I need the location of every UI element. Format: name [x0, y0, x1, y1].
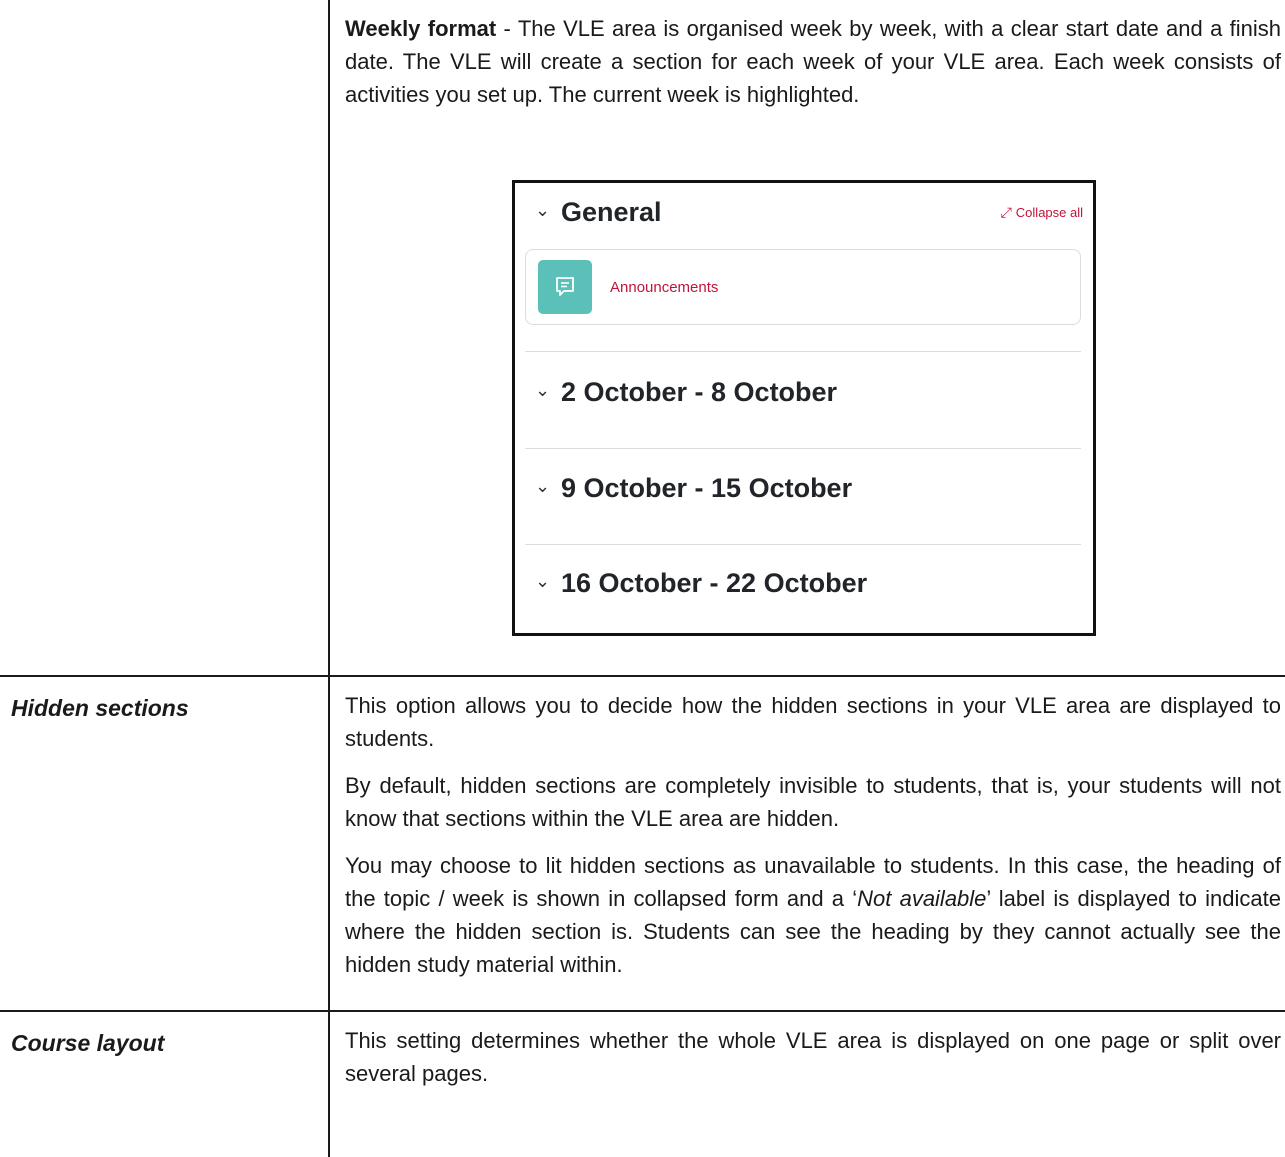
setting-name: Course layout	[11, 1030, 165, 1056]
section-divider	[525, 544, 1081, 545]
collapse-all-label: Collapse all	[1015, 204, 1083, 220]
section-header-week[interactable]: ⌄ 16 October - 22 October	[535, 563, 867, 603]
week-title: 2 October - 8 October	[561, 376, 838, 407]
section-divider	[525, 351, 1081, 352]
section-header-week[interactable]: ⌄ 9 October - 15 October	[535, 468, 852, 508]
week-title: 9 October - 15 October	[561, 472, 853, 503]
setting-description-cell: This setting determines whether the whol…	[328, 1010, 1285, 1157]
table-row-hidden-sections: Hidden sections This option allows you t…	[0, 675, 1285, 1012]
setting-description-cell: This option allows you to decide how the…	[328, 675, 1285, 1012]
description-paragraph: Weekly format - The VLE area is organise…	[345, 12, 1285, 111]
description-paragraph: You may choose to lit hidden sections as…	[345, 849, 1285, 981]
week-title: 16 October - 22 October	[561, 567, 868, 598]
table-row-course-layout: Course layout This setting determines wh…	[0, 1010, 1285, 1157]
section-divider	[525, 448, 1081, 449]
section-header-general[interactable]: ⌄ General ⤢ Collapse all	[535, 193, 1083, 231]
collapse-icon: ⤢	[1000, 203, 1012, 220]
chevron-down-icon[interactable]: ⌄	[535, 571, 561, 592]
chevron-down-icon[interactable]: ⌄	[535, 476, 561, 497]
forum-icon	[538, 260, 592, 314]
forum-icon-glyph	[556, 277, 574, 296]
chevron-down-icon[interactable]: ⌄	[535, 200, 561, 221]
format-name: Weekly format	[345, 16, 497, 41]
setting-name-cell	[0, 0, 330, 677]
chevron-down-icon[interactable]: ⌄	[535, 380, 561, 401]
not-available-label: Not available	[857, 886, 987, 911]
activity-item[interactable]: Announcements	[525, 249, 1081, 325]
setting-name: Hidden sections	[11, 695, 189, 721]
activity-link[interactable]: Announcements	[610, 279, 718, 296]
description-paragraph: This option allows you to decide how the…	[345, 693, 1281, 751]
setting-name-cell: Course layout	[0, 1010, 330, 1157]
section-title: General	[561, 196, 662, 227]
collapse-all-link[interactable]: ⤢ Collapse all	[1001, 204, 1083, 221]
setting-name-cell: Hidden sections	[0, 675, 330, 1012]
course-page-screenshot: ⌄ General ⤢ Collapse all Announcements ⌄…	[512, 180, 1096, 636]
description-paragraph: By default, hidden sections are complete…	[345, 773, 1281, 831]
description-paragraph: This setting determines whether the whol…	[345, 1028, 1281, 1086]
section-header-week[interactable]: ⌄ 2 October - 8 October	[535, 372, 837, 412]
